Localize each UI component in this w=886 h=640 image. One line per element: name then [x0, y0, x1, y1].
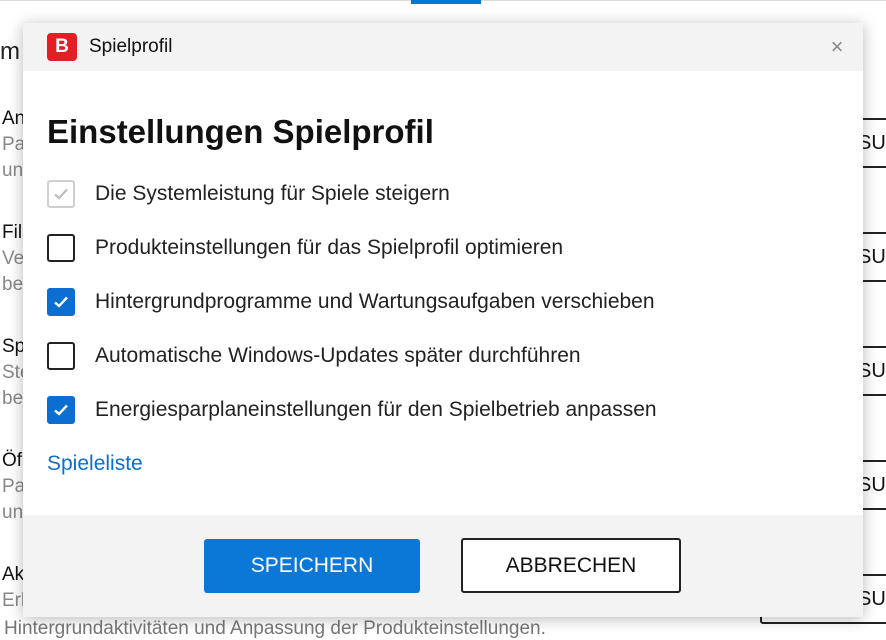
close-icon[interactable]: × [821, 35, 853, 59]
feature-title: Fil [2, 222, 23, 243]
feature-description: Pa [2, 134, 26, 155]
option-label: Automatische Windows-Updates später durc… [95, 344, 581, 367]
background-page-title: m [0, 38, 20, 65]
background-feature-item: Ak Erl [2, 562, 25, 614]
checkmark-icon [54, 188, 68, 200]
active-tab-indicator [411, 0, 481, 4]
save-button[interactable]: SPEICHERN [204, 539, 420, 593]
option-optimize-product-settings[interactable]: Produkteinstellungen für das Spielprofil… [47, 234, 827, 264]
settings-heading: Einstellungen Spielprofil [47, 113, 434, 150]
bitdefender-b-icon: B [47, 33, 77, 61]
dialog-footer: SPEICHERN ABBRECHEN [23, 515, 863, 617]
feature-title: Öf [2, 450, 23, 471]
feature-title: An [2, 108, 26, 129]
dialog-title: Spielprofil [89, 36, 173, 57]
checkbox-optimize-product-settings[interactable] [47, 234, 75, 262]
checkbox-postpone-background-tasks[interactable] [47, 288, 75, 316]
feature-title: Ak [2, 564, 25, 585]
feature-description: Erl [2, 590, 26, 611]
dialog-titlebar: B Spielprofil × [23, 23, 863, 71]
option-label: Hintergrundprogramme und Wartungsaufgabe… [95, 290, 655, 313]
option-delay-windows-updates[interactable]: Automatische Windows-Updates später durc… [47, 342, 827, 372]
feature-description: un [2, 502, 24, 523]
option-power-plan[interactable]: Energiesparplaneinstellungen für den Spi… [47, 396, 827, 426]
feature-description: Pa [2, 476, 26, 497]
option-label: Die Systemleistung für Spiele steigern [95, 182, 450, 205]
background-feature-item: An Pa un [2, 106, 25, 184]
game-list-link[interactable]: Spieleliste [47, 452, 143, 476]
option-postpone-background-tasks[interactable]: Hintergrundprogramme und Wartungsaufgabe… [47, 288, 827, 318]
feature-description: be [2, 274, 24, 295]
option-label: Energiesparplaneinstellungen für den Spi… [95, 398, 657, 421]
option-boost-performance[interactable]: Die Systemleistung für Spiele steigern [47, 180, 827, 210]
checkbox-power-plan[interactable] [47, 396, 75, 424]
background-footer-text: Hintergrundaktivitäten und Anpassung der… [4, 618, 546, 639]
background-feature-item: Öf Pa un [2, 448, 25, 526]
checkbox-delay-windows-updates[interactable] [47, 342, 75, 370]
background-feature-item: Fil Ve be [2, 220, 24, 298]
checkmark-icon [54, 296, 68, 308]
checkbox-boost-performance[interactable] [47, 180, 75, 208]
feature-description: un [2, 160, 24, 181]
feature-description: Ve [2, 248, 25, 269]
game-profile-dialog: B Spielprofil × Einstellungen Spielprofi… [23, 23, 863, 617]
option-label: Produkteinstellungen für das Spielprofil… [95, 236, 564, 259]
checkmark-icon [54, 404, 68, 416]
cancel-button[interactable]: ABBRECHEN [461, 538, 681, 593]
